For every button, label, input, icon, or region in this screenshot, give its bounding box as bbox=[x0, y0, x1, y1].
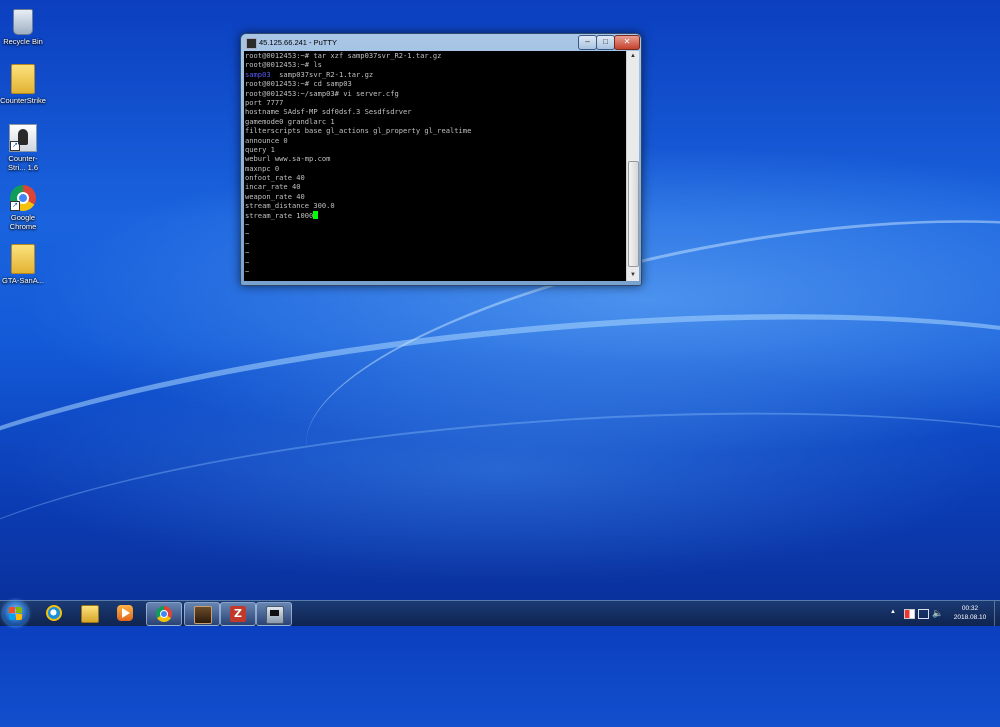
internet-explorer-icon bbox=[46, 605, 62, 621]
network-icon[interactable] bbox=[918, 609, 929, 619]
terminal-line: root@0012453:~# cd samp03 bbox=[245, 79, 352, 89]
desktop-icon-recycle-bin[interactable]: Recycle Bin bbox=[0, 5, 46, 46]
start-button[interactable] bbox=[3, 601, 28, 626]
minimize-button[interactable]: – bbox=[578, 35, 597, 50]
empty-line-tilde: ~ bbox=[245, 248, 250, 258]
terminal-line-text: stream_rate 1000 bbox=[245, 210, 314, 220]
desktop: Recycle Bin CounterStrike ↗ Counter-Stri… bbox=[0, 0, 1000, 727]
shortcut-arrow-icon: ↗ bbox=[10, 201, 20, 211]
putty-icon bbox=[266, 606, 284, 624]
terminal-line: root@0012453:~# tar xzf samp037svr_R2-1.… bbox=[245, 51, 442, 60]
terminal-line: root@0012453:~/samp03# vi server.cfg bbox=[245, 88, 399, 98]
window-title: 45.125.66.241 - PuTTY bbox=[259, 38, 337, 47]
terminal-line: root@0012453:~# ls bbox=[245, 60, 322, 70]
desktop-icon-label: Google Chrome bbox=[9, 213, 37, 231]
maximize-button[interactable]: □ bbox=[596, 35, 615, 50]
vertical-scrollbar[interactable]: ▲ ▼ bbox=[626, 51, 639, 281]
windows-logo-icon bbox=[9, 614, 15, 620]
file-explorer-icon bbox=[81, 605, 99, 623]
terminal-line: stream_rate 1000 bbox=[244, 210, 626, 220]
desktop-icon-gta-folder[interactable]: GTA-SanA... bbox=[0, 244, 46, 285]
close-button[interactable]: ✕ bbox=[614, 35, 640, 50]
terminal-line: hostname SAdsf-MP sdf0dsf.3 Sesdfsdrver bbox=[245, 107, 412, 117]
action-center-flag-icon[interactable] bbox=[904, 609, 915, 619]
taskbar-file-explorer[interactable] bbox=[72, 602, 106, 624]
terminal-screen[interactable]: root@0012453:~# tar xzf samp037svr_R2-1.… bbox=[244, 51, 626, 281]
taskbar-chrome[interactable] bbox=[146, 602, 182, 626]
recycle-bin-icon bbox=[13, 9, 33, 35]
terminal-line: maxnpc 0 bbox=[245, 163, 280, 173]
terminal-line: gamemode0 grandlarc 1 bbox=[245, 116, 335, 126]
empty-line-tilde: ~ bbox=[245, 229, 250, 239]
scroll-down-arrow-icon[interactable]: ▼ bbox=[627, 270, 639, 281]
terminal-line: weburl www.sa-mp.com bbox=[245, 154, 331, 164]
taskbar: Z ▲ 🔈 00:32 2018.08.10 bbox=[0, 600, 1000, 626]
empty-line-tilde: ~ bbox=[245, 220, 250, 230]
windows-logo-icon bbox=[16, 607, 22, 613]
folder-icon bbox=[11, 64, 35, 94]
desktop-icon-label: Counter-Stri... 1.6 bbox=[7, 154, 38, 172]
putty-screen bbox=[270, 610, 279, 616]
desktop-icon-counterstrike-folder[interactable]: CounterStrike bbox=[0, 64, 46, 105]
file-name: samp037svr_R2-1.tar.gz bbox=[270, 69, 374, 79]
scroll-up-arrow-icon[interactable]: ▲ bbox=[627, 51, 639, 62]
taskbar-putty[interactable] bbox=[256, 602, 292, 626]
empty-line-tilde: ~ bbox=[245, 266, 250, 276]
play-triangle bbox=[122, 608, 130, 618]
taskbar-filezilla[interactable]: Z bbox=[220, 602, 256, 626]
chrome-center bbox=[160, 610, 168, 618]
taskbar-game[interactable] bbox=[184, 602, 220, 626]
terminal-line: filterscripts base gl_actions gl_propert… bbox=[245, 126, 472, 136]
chrome-icon bbox=[156, 606, 172, 622]
window-titlebar[interactable]: 45.125.66.241 - PuTTY – □ ✕ bbox=[241, 34, 641, 51]
filezilla-icon: Z bbox=[230, 606, 246, 622]
terminal-line: announce 0 bbox=[245, 135, 288, 145]
clock-time: 00:32 bbox=[961, 605, 979, 612]
desktop-icon-label: CounterStrike bbox=[0, 96, 46, 105]
terminal-line: onfoot_rate 40 bbox=[245, 173, 305, 183]
game-icon bbox=[194, 606, 212, 624]
shortcut-arrow-icon: ↗ bbox=[10, 141, 20, 151]
taskbar-clock[interactable]: 00:32 2018.08.10 bbox=[947, 604, 993, 622]
empty-line-tilde: ~ bbox=[245, 238, 250, 248]
show-desktop-button[interactable] bbox=[994, 601, 1000, 626]
folder-icon bbox=[11, 244, 35, 274]
media-player-icon bbox=[117, 605, 133, 621]
volume-icon[interactable]: 🔈 bbox=[932, 608, 943, 619]
clock-date: 2018.08.10 bbox=[953, 614, 987, 621]
counter-strike-icon: ↗ bbox=[9, 124, 37, 152]
windows-logo-icon bbox=[9, 607, 15, 613]
show-hidden-icons-button[interactable]: ▲ bbox=[890, 609, 896, 615]
directory-name: samp03 bbox=[245, 69, 271, 79]
putty-icon[interactable] bbox=[246, 38, 257, 49]
desktop-icon-label: Recycle Bin bbox=[3, 37, 43, 46]
desktop-icon-counter-strike[interactable]: ↗ Counter-Stri... 1.6 bbox=[0, 124, 46, 172]
desktop-icon-label: GTA-SanA... bbox=[2, 276, 44, 285]
empty-line-tilde: ~ bbox=[245, 257, 250, 267]
terminal-line: weapon_rate 40 bbox=[245, 191, 305, 201]
scrollbar-thumb[interactable] bbox=[628, 161, 639, 267]
terminal-line: incar_rate 40 bbox=[245, 182, 301, 192]
terminal-line: stream_distance 300.0 bbox=[245, 201, 335, 211]
terminal-line: port 7777 bbox=[245, 97, 284, 107]
putty-window[interactable]: 45.125.66.241 - PuTTY – □ ✕ root@0012453… bbox=[240, 33, 642, 286]
taskbar-internet-explorer[interactable] bbox=[36, 602, 70, 624]
desktop-icon-google-chrome[interactable]: ↗ Google Chrome bbox=[0, 185, 46, 231]
terminal-cursor bbox=[313, 210, 319, 219]
chrome-icon: ↗ bbox=[10, 185, 36, 211]
windows-logo-icon bbox=[16, 614, 22, 620]
terminal-line: query 1 bbox=[245, 144, 275, 154]
taskbar-media-player[interactable] bbox=[108, 602, 142, 624]
terminal-line: samp03 samp037svr_R2-1.tar.gz bbox=[244, 70, 626, 79]
